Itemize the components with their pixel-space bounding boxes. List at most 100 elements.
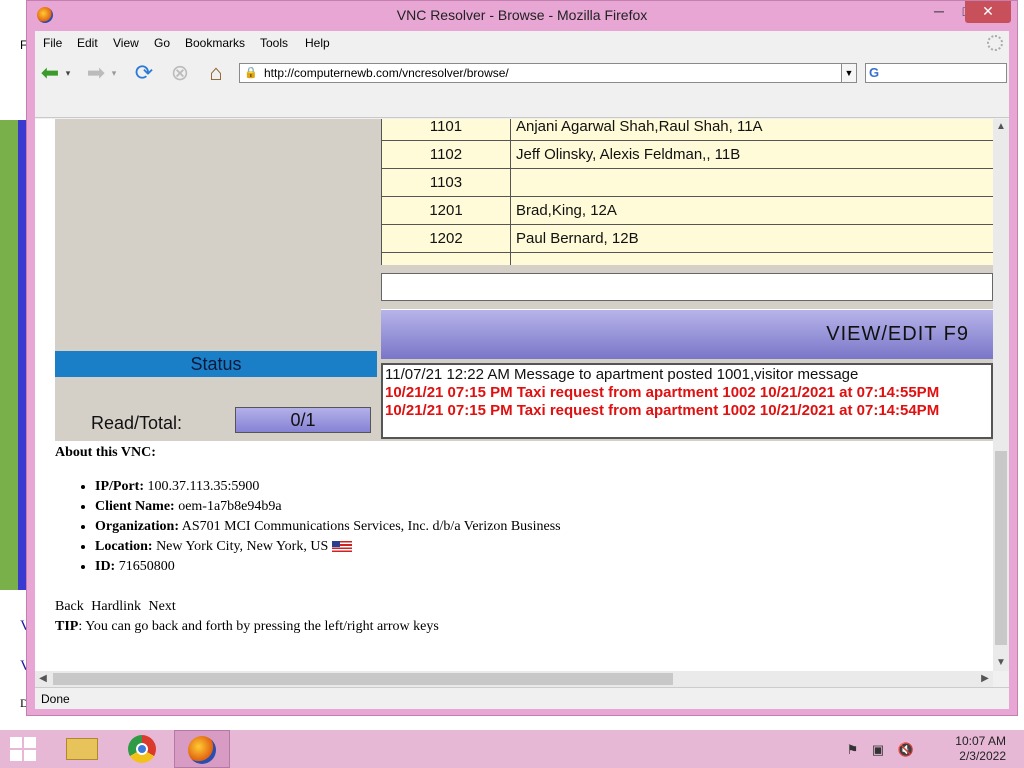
stop-icon[interactable]: ⊗ xyxy=(167,60,193,86)
item-label: Location: xyxy=(95,539,153,554)
apartment-names: Jeff Olinsky, Alexis Feldman,, 11B xyxy=(516,146,741,163)
menu-go[interactable]: Go xyxy=(154,36,170,50)
site-identity-icon[interactable]: 🔒 xyxy=(244,66,258,80)
close-button[interactable]: ✕ xyxy=(965,1,1011,23)
reload-icon[interactable]: ⟳ xyxy=(131,60,157,86)
apartment-number: 1202 xyxy=(382,225,511,252)
url-text[interactable]: http://computernewb.com/vncresolver/brow… xyxy=(264,64,509,82)
scroll-up-icon[interactable]: ▲ xyxy=(993,119,1009,135)
item-label: ID: xyxy=(95,559,116,574)
status-bar: Done xyxy=(35,687,1009,710)
page-viewport[interactable]: 1101 Anjani Agarwal Shah,Raul Shah, 11A … xyxy=(35,119,993,671)
tip-text: : You can go back and forth by pressing … xyxy=(78,619,439,634)
menu-bookmarks[interactable]: Bookmarks xyxy=(185,36,245,50)
read-total-value: 0/1 xyxy=(235,407,371,433)
network-icon[interactable]: ▣ xyxy=(872,742,884,757)
action-center-flag-icon[interactable]: ⚑ xyxy=(847,742,859,757)
tip-label: TIP xyxy=(55,619,79,634)
vnc-input-bar xyxy=(381,273,993,301)
item-value: 100.37.113.35:5900 xyxy=(147,479,260,494)
window-title: VNC Resolver - Browse - Mozilla Firefox xyxy=(396,7,648,23)
list-item: Organization: AS701 MCI Communications S… xyxy=(95,519,975,535)
tip-line: TIP: You can go back and forth by pressi… xyxy=(55,619,975,635)
home-icon[interactable]: ⌂ xyxy=(203,60,229,86)
apartment-number: 1101 xyxy=(382,119,511,140)
throbber-icon xyxy=(987,35,1003,51)
apartment-number: 1103 xyxy=(382,169,511,196)
menu-file[interactable]: File xyxy=(43,36,62,50)
apartment-names: Paul Bernard, 12B xyxy=(516,230,639,247)
system-tray: ⚑ ▣ 🔇 xyxy=(847,742,914,758)
back-arrow-icon[interactable]: ⬅ xyxy=(37,60,63,86)
list-item: IP/Port: 100.37.113.35:5900 xyxy=(95,479,975,495)
status-text: Done xyxy=(41,692,70,706)
scroll-down-icon[interactable]: ▼ xyxy=(993,655,1009,671)
menu-help[interactable]: Help xyxy=(305,36,330,50)
table-row: 1102 Jeff Olinsky, Alexis Feldman,, 11B xyxy=(382,141,993,169)
table-row: 1201 Brad,King, 12A xyxy=(382,197,993,225)
file-explorer-icon[interactable] xyxy=(54,730,110,768)
item-value: oem-1a7b8e94b9a xyxy=(178,499,282,514)
item-value: 71650800 xyxy=(118,559,175,574)
status-panel: Status Read/Total: 0/1 xyxy=(55,351,377,441)
taskbar-clock[interactable]: 10:07 AM 2/3/2022 xyxy=(955,734,1006,764)
firefox-window: VNC Resolver - Browse - Mozilla Firefox … xyxy=(26,0,1018,716)
about-section: About this VNC: IP/Port: 100.37.113.35:5… xyxy=(55,445,975,635)
menu-bar: File Edit View Go Bookmarks Tools Help xyxy=(35,31,1009,55)
table-row: 1202 Paul Bernard, 12B xyxy=(382,225,993,253)
url-dropdown-icon[interactable]: ▼ xyxy=(841,63,857,83)
item-value: AS701 MCI Communications Services, Inc. … xyxy=(181,519,561,534)
menu-edit[interactable]: Edit xyxy=(77,36,98,50)
list-item: Location: New York City, New York, US xyxy=(95,539,975,555)
forward-dropdown-icon[interactable]: ▾ xyxy=(109,60,119,86)
back-link[interactable]: Back xyxy=(55,599,87,614)
next-link[interactable]: Next xyxy=(149,599,176,614)
chrome-icon[interactable] xyxy=(114,730,170,768)
background-strip xyxy=(0,120,18,590)
read-total-label: Read/Total: xyxy=(91,413,183,433)
search-box[interactable]: G xyxy=(865,63,1007,83)
hardlink-link[interactable]: Hardlink xyxy=(91,599,144,614)
view-edit-button: VIEW/EDIT F9 xyxy=(381,309,993,359)
item-label: Client Name: xyxy=(95,499,175,514)
table-row: 1101 Anjani Agarwal Shah,Raul Shah, 11A xyxy=(382,119,993,141)
apartment-number xyxy=(382,253,511,265)
status-header: Status xyxy=(55,351,377,377)
us-flag-icon xyxy=(331,541,352,553)
message-line-alert: 10/21/21 07:15 PM Taxi request from apar… xyxy=(385,402,940,419)
firefox-taskbar-icon[interactable] xyxy=(174,730,230,768)
message-line-alert: 10/21/21 07:15 PM Taxi request from apar… xyxy=(385,384,940,401)
horizontal-scrollbar[interactable]: ◀ ▶ xyxy=(35,671,993,687)
vnc-left-panel xyxy=(55,119,377,351)
menu-tools[interactable]: Tools xyxy=(260,36,288,50)
horizontal-scroll-thumb[interactable] xyxy=(53,673,673,685)
taskbar: ⚑ ▣ 🔇 10:07 AM 2/3/2022 xyxy=(0,730,1024,768)
back-dropdown-icon[interactable]: ▾ xyxy=(63,60,73,86)
clock-date: 2/3/2022 xyxy=(959,749,1006,763)
apartment-names: Brad,King, 12A xyxy=(516,202,617,219)
about-heading: About this VNC: xyxy=(55,445,156,460)
page-nav-links: Back Hardlink Next xyxy=(55,599,975,615)
menu-view[interactable]: View xyxy=(113,36,139,50)
vertical-scrollbar[interactable]: ▲ ▼ xyxy=(993,119,1009,671)
about-list: IP/Port: 100.37.113.35:5900 Client Name:… xyxy=(55,479,975,575)
view-edit-label: VIEW/EDIT F9 xyxy=(826,323,969,345)
list-item: ID: 71650800 xyxy=(95,559,975,575)
apartment-names: Anjani Agarwal Shah,Raul Shah, 11A xyxy=(516,119,763,135)
vnc-screenshot: 1101 Anjani Agarwal Shah,Raul Shah, 11A … xyxy=(55,119,993,441)
windows-start-icon[interactable] xyxy=(8,736,38,762)
clock-time: 10:07 AM xyxy=(955,734,1006,748)
vertical-scroll-thumb[interactable] xyxy=(995,451,1007,645)
forward-arrow-icon[interactable]: ➡ xyxy=(83,60,109,86)
url-bar[interactable]: 🔒 http://computernewb.com/vncresolver/br… xyxy=(239,63,857,83)
navigation-toolbar: ⬅ ▾ ➡ ▾ ⟳ ⊗ ⌂ 🔒 http://computernewb.com/… xyxy=(35,55,1009,91)
scroll-right-icon[interactable]: ▶ xyxy=(977,671,993,687)
apartment-number: 1102 xyxy=(382,141,511,168)
search-engine-icon[interactable]: G xyxy=(869,65,879,80)
title-bar[interactable]: VNC Resolver - Browse - Mozilla Firefox … xyxy=(27,1,1017,31)
table-row: 1103 xyxy=(382,169,993,197)
apartment-table: 1101 Anjani Agarwal Shah,Raul Shah, 11A … xyxy=(381,119,993,265)
volume-muted-icon[interactable]: 🔇 xyxy=(898,742,914,757)
scroll-left-icon[interactable]: ◀ xyxy=(35,671,51,687)
item-label: Organization: xyxy=(95,519,179,534)
